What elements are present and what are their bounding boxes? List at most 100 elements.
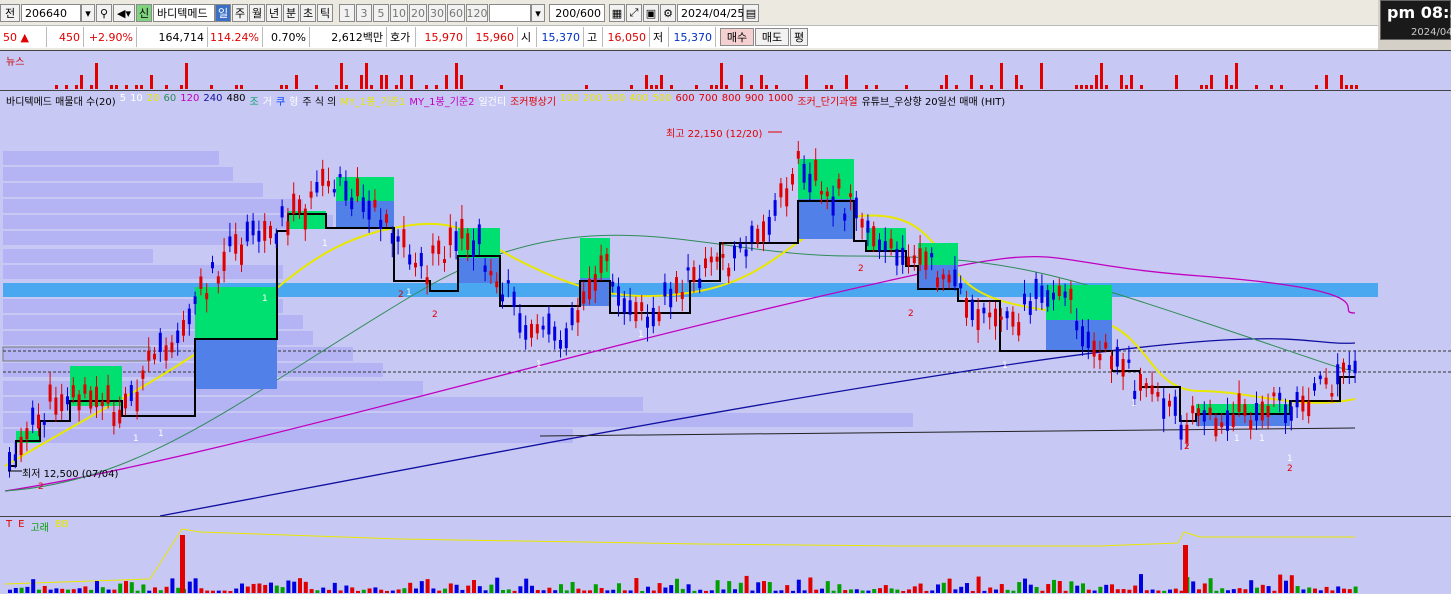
interval-60[interactable]: 60 bbox=[447, 4, 465, 22]
candle-body bbox=[292, 193, 296, 214]
volume-panel[interactable]: T E 고래 BB bbox=[0, 516, 1451, 594]
interval-10[interactable]: 10 bbox=[390, 4, 408, 22]
candle-body bbox=[1057, 285, 1061, 296]
volume-bar bbox=[1150, 589, 1155, 593]
save-icon[interactable]: ▣ bbox=[643, 4, 659, 22]
candle-body bbox=[298, 199, 301, 214]
volume-bar bbox=[170, 578, 175, 593]
news-bar bbox=[1125, 85, 1128, 89]
news-bar bbox=[315, 85, 318, 89]
support-box bbox=[195, 339, 277, 389]
volume-bar bbox=[820, 588, 824, 593]
period-year[interactable]: 년 bbox=[266, 4, 282, 22]
stock-code-input[interactable]: 206640 bbox=[21, 4, 81, 22]
buy-button[interactable]: 매수 bbox=[720, 28, 754, 46]
period-minute[interactable]: 분 bbox=[283, 4, 299, 22]
volume-bar bbox=[941, 582, 946, 593]
interval-20[interactable]: 20 bbox=[409, 4, 427, 22]
interval-custom-input[interactable] bbox=[489, 4, 531, 22]
news-bar bbox=[725, 85, 728, 89]
volume-bar bbox=[477, 586, 482, 593]
candle-body bbox=[170, 342, 174, 353]
candle-body bbox=[617, 286, 620, 306]
volume-bar bbox=[1017, 582, 1022, 593]
volume-bar bbox=[66, 589, 70, 593]
turnover-ratio: 0.70% bbox=[263, 27, 310, 47]
volume-bar bbox=[100, 587, 105, 593]
chart-tool-icon[interactable]: ⤢ bbox=[626, 4, 642, 22]
low-annotation: 최저 12,500 (07/04) bbox=[22, 469, 119, 480]
candle-body bbox=[553, 326, 557, 341]
candle-body bbox=[976, 309, 980, 331]
candle-body bbox=[425, 277, 429, 285]
period-second[interactable]: 초 bbox=[300, 4, 316, 22]
trade-amount: 2,612백만 bbox=[310, 27, 387, 47]
candle-body bbox=[396, 236, 400, 242]
interval-120[interactable]: 120 bbox=[466, 4, 488, 22]
interval-30[interactable]: 30 bbox=[428, 4, 446, 22]
code-dropdown-icon[interactable]: ▾ bbox=[81, 4, 95, 22]
volume-bar bbox=[1336, 586, 1341, 593]
change-amount: 450 bbox=[47, 27, 84, 47]
candle-body bbox=[756, 228, 760, 244]
search-icon[interactable]: ⚲ bbox=[96, 4, 112, 22]
period-month[interactable]: 월 bbox=[249, 4, 265, 22]
candle-body bbox=[472, 240, 475, 257]
candle-body bbox=[814, 159, 818, 181]
average-button[interactable]: 평 bbox=[790, 28, 808, 46]
news-bar bbox=[335, 85, 338, 89]
news-bar bbox=[670, 85, 673, 89]
volume-bar bbox=[965, 583, 969, 593]
support-box bbox=[918, 243, 958, 265]
candle-body bbox=[1342, 362, 1345, 373]
volume-profile-bar bbox=[3, 151, 219, 165]
news-bar bbox=[360, 75, 363, 89]
volume-bar bbox=[883, 585, 888, 593]
price-panel[interactable]: 바디텍메드 매물대 수(20) 5 10 20 60 120 240 480 조 거 쿠 형 주 식 의… bbox=[0, 90, 1451, 516]
period-day[interactable]: 일 bbox=[215, 4, 231, 22]
news-bar bbox=[990, 85, 993, 89]
volume-chart[interactable] bbox=[0, 517, 1451, 594]
candle-body bbox=[854, 197, 858, 219]
interval-dropdown-icon[interactable]: ▾ bbox=[531, 4, 545, 22]
interval-3[interactable]: 3 bbox=[356, 4, 372, 22]
sell-button[interactable]: 매도 bbox=[755, 28, 789, 46]
news-bar bbox=[865, 85, 868, 89]
settings-gear-icon[interactable]: ⚙ bbox=[660, 4, 676, 22]
signal-marker: 1 bbox=[1234, 434, 1240, 444]
candle-body bbox=[25, 428, 29, 440]
period-week[interactable]: 주 bbox=[232, 4, 248, 22]
volume-bar bbox=[1249, 580, 1254, 593]
candle-body bbox=[31, 407, 35, 425]
candle-body bbox=[1052, 292, 1055, 300]
interval-1[interactable]: 1 bbox=[339, 4, 355, 22]
volume-bar bbox=[1313, 588, 1317, 593]
volume-bar bbox=[269, 582, 273, 593]
candle-body bbox=[901, 247, 905, 265]
signal-marker: 1 bbox=[322, 239, 328, 249]
news-bar bbox=[210, 85, 213, 89]
date-input[interactable]: 2024/04/25 bbox=[677, 4, 744, 22]
price-chart[interactable]: 21 1112 1211221121 112 bbox=[0, 91, 1451, 516]
signal-marker: 1 bbox=[638, 330, 644, 340]
candle-body bbox=[361, 197, 365, 212]
period-tick[interactable]: 틱 bbox=[317, 4, 333, 22]
news-bar bbox=[410, 75, 413, 89]
candle-body bbox=[1069, 288, 1073, 300]
candle-body bbox=[187, 308, 191, 325]
calendar-icon[interactable]: ▤ bbox=[743, 4, 759, 22]
interval-5[interactable]: 5 bbox=[373, 4, 389, 22]
news-bar bbox=[1340, 75, 1343, 89]
candle-body bbox=[71, 385, 75, 398]
count-input[interactable]: 200/600 bbox=[549, 4, 605, 22]
bid-price: 15,960 bbox=[467, 27, 518, 47]
bid-label: 호가 bbox=[387, 27, 416, 47]
volume-bar bbox=[1295, 586, 1300, 593]
indicator-icon[interactable]: ▦ bbox=[609, 4, 625, 22]
volume-bar bbox=[234, 588, 239, 593]
candle-body bbox=[477, 224, 481, 245]
news-bar bbox=[955, 85, 958, 89]
signal-marker: 2 bbox=[432, 310, 438, 320]
speaker-icon[interactable]: ◀▾ bbox=[113, 4, 135, 22]
candle-body bbox=[709, 256, 713, 263]
